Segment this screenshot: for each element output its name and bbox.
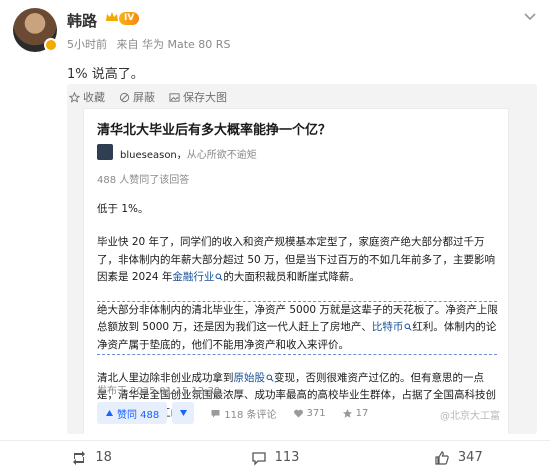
star-icon [342,408,352,418]
answer-paragraph: 绝大部分非体制内的清北毕业生，净资产 5000 万就是这辈子的天花板了。净资产上… [97,304,498,351]
collect-button[interactable]: 收藏 [69,88,105,106]
answer-card: 清华北大毕业后有多大概率能挣一个亿？ blueseason，从心所欲不逾矩 48… [83,108,509,434]
repost-icon [73,450,86,465]
hide-icon [119,92,130,102]
comment-icon [211,409,220,417]
post-text: 1% 说高了。 [67,67,144,82]
answer-author-name[interactable]: blueseason [120,150,177,161]
image-icon [169,92,180,102]
heart-icon [293,409,303,417]
comments-button[interactable]: 118 条评论 [210,406,277,421]
like-post-button[interactable]: 347 [367,441,550,474]
question-title[interactable]: 清华北大毕业后有多大概率能挣一个亿？ [97,119,331,138]
repost-button[interactable]: 18 [0,441,183,474]
save-image-button[interactable]: 保存大图 [169,88,227,106]
verified-badge-icon [44,38,58,52]
triangle-down-icon [179,410,187,416]
likes-count: 371 [306,407,326,419]
like-count: 347 [457,450,483,465]
crown-icon [106,12,118,21]
keyword-link[interactable]: 金融行业 [172,271,214,283]
post-header: 韩路 IV 5小时前 来自 华为 Mate 80 RS [13,6,537,56]
highlight-divider [97,301,497,302]
collect-label: 收藏 [83,91,105,104]
card-toolbar: 收藏 屏蔽 保存大图 [67,88,227,106]
post-meta: 5小时前 来自 华为 Mate 80 RS [67,36,236,52]
search-icon [266,374,274,382]
star-icon [69,91,80,103]
answer-author-avatar[interactable] [97,144,113,160]
answer-author: blueseason，从心所欲不逾矩 [120,150,257,161]
comment-count: 113 [274,450,300,465]
highlight-divider [97,354,497,355]
author-name[interactable]: 韩路 [67,10,97,31]
answer-paragraph: 低于 1%。 [97,203,149,215]
comments-count: 118 条评论 [224,409,277,421]
favorite-button[interactable]: 17 [342,407,369,419]
watermark: @北京大工富 [440,411,500,422]
hide-label: 屏蔽 [133,91,155,104]
save-image-label: 保存大图 [183,91,227,104]
vote-down-button[interactable] [172,402,195,424]
post-time: 5小时前 [67,38,107,51]
publish-time: 发布于 2025-01-15 12:30 [97,386,221,397]
vote-up-button[interactable]: 赞同 488 [97,402,168,424]
comment-icon [251,451,266,466]
post-source: 来自 华为 Mate 80 RS [116,38,231,51]
keyword-link[interactable]: 原始股 [234,372,266,384]
level-badge: IV [119,12,140,25]
stars-count: 17 [355,407,369,419]
agree-summary: 488 人赞同了该回答 [97,175,190,186]
keyword-link[interactable]: 比特币 [372,321,404,333]
triangle-up-icon [106,410,113,416]
comment-button[interactable]: 113 [183,441,366,474]
vote-up-label: 赞同 488 [117,409,160,421]
like-button[interactable]: 371 [293,408,326,419]
chevron-down-icon[interactable] [523,12,537,22]
repost-card: 收藏 屏蔽 保存大图 清华北大毕业后有多大概率能挣一个亿？ blueseason… [67,84,537,434]
post-footer: 18 113 347 [0,440,550,474]
repost-count: 18 [95,450,112,465]
hide-button[interactable]: 屏蔽 [119,88,155,106]
answer-paragraph: 毕业快 20 年了，同学们的收入和资产规模基本定型了，家庭资产绝大部分都过千万了… [97,236,496,283]
thumbs-up-icon [435,450,449,465]
answer-author-signature: 从心所欲不逾矩 [186,150,257,161]
